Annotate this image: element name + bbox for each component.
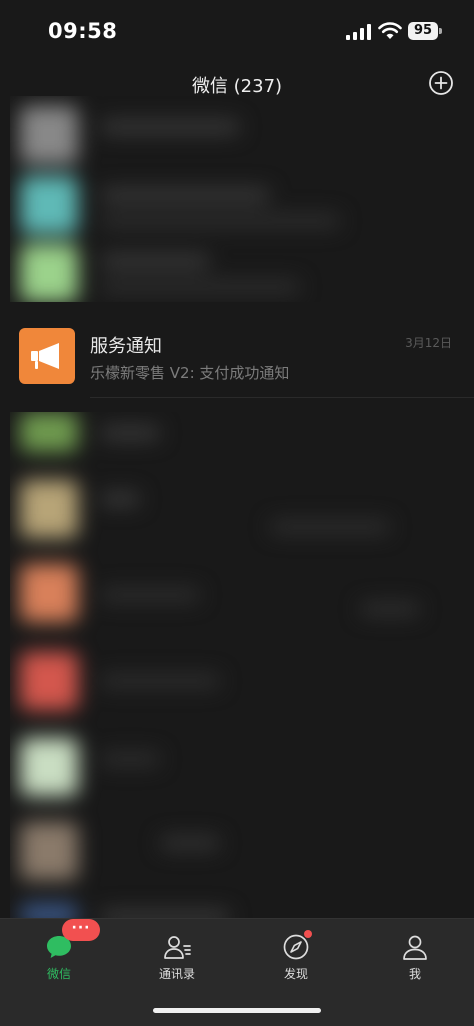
home-indicator[interactable] (153, 1008, 321, 1013)
blurred-avatar[interactable] (20, 106, 78, 164)
blurred-chat-group-top (10, 96, 474, 302)
tab-label: 发现 (283, 967, 308, 981)
blurred-avatar[interactable] (20, 904, 78, 918)
battery-indicator: 95 (408, 22, 438, 40)
status-time: 09:58 (48, 19, 118, 43)
tab-me[interactable]: 我 (356, 919, 474, 989)
tab-chats[interactable]: 微信 (0, 919, 118, 989)
blurred-avatar[interactable] (20, 412, 78, 452)
blurred-avatar[interactable] (20, 564, 78, 622)
person-icon (403, 935, 427, 960)
add-plus-icon[interactable] (428, 70, 454, 96)
megaphone-icon (31, 343, 59, 369)
blurred-avatar[interactable] (20, 738, 78, 796)
battery-tip (439, 28, 442, 34)
chat-time: 3月12日 (405, 336, 452, 350)
chat-row-service-notice[interactable]: 服务通知 乐檬新零售 V2: 支付成功通知 3月12日 (0, 314, 474, 398)
unread-badge: ··· (62, 919, 100, 941)
status-bar: 09:58 95 (0, 0, 474, 60)
blurred-avatar[interactable] (20, 652, 78, 710)
wifi-icon (378, 22, 402, 39)
page-title: 微信 (237) (191, 76, 283, 97)
tab-label: 微信 (46, 967, 71, 981)
row-divider (90, 397, 474, 398)
tab-discover[interactable]: 发现 (237, 919, 355, 989)
chat-preview: 乐檬新零售 V2: 支付成功通知 (90, 364, 290, 382)
blurred-avatar[interactable] (20, 822, 78, 880)
tab-label: 通讯录 (158, 967, 195, 981)
blurred-avatar[interactable] (20, 244, 78, 302)
blurred-avatar[interactable] (20, 480, 78, 538)
blurred-avatar[interactable] (20, 176, 78, 234)
service-notice-avatar (19, 328, 75, 384)
chat-title: 服务通知 (90, 336, 162, 357)
tab-contacts[interactable]: 通讯录 (118, 919, 236, 989)
tab-label: 我 (408, 967, 421, 981)
discover-red-dot (304, 930, 312, 938)
contacts-icon (164, 936, 191, 959)
blurred-chat-group-bottom (10, 412, 474, 918)
cellular-signal-icon (346, 24, 371, 40)
